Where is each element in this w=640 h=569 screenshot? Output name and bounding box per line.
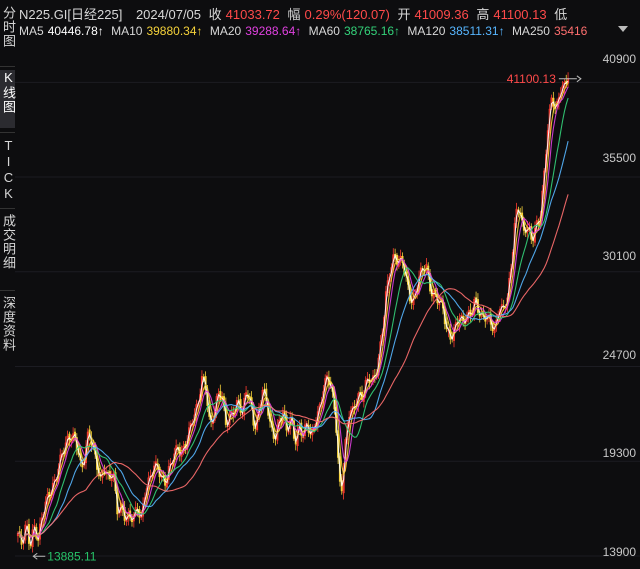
ma10-value: 39880.34↑ — [146, 24, 203, 38]
tab-intraday[interactable]: 分时图 — [0, 6, 16, 62]
y-tick-label: 24700 — [602, 348, 636, 362]
ma20-value: 39288.64↑ — [245, 24, 302, 38]
moving-average-row: MA5 40446.78↑ MA10 39880.34↑ MA20 39288.64↑… — [19, 24, 591, 38]
tab-kline[interactable]: K线图 — [0, 70, 16, 128]
quote-summary-row: N225.GI[日经225] 2024/07/05 收 41033.72 幅 0.2… — [19, 4, 571, 23]
max-value-label: 41100.13 — [507, 72, 556, 86]
low-label: 低 — [554, 7, 568, 22]
y-tick-label: 35500 — [602, 151, 636, 165]
ma120-label: MA120 — [407, 24, 446, 38]
ma60-label: MA60 — [308, 24, 340, 38]
symbol-name[interactable]: N225.GI[日经225] — [19, 7, 122, 22]
open-value: 41009.36 — [414, 7, 469, 22]
close-value: 41033.72 — [225, 7, 280, 22]
change-label: 幅 — [287, 7, 301, 22]
y-tick-label: 19300 — [602, 446, 636, 460]
tab-intraday-label: 分时图 — [1, 6, 16, 48]
tab-trade-detail-label: 成交明细 — [1, 214, 16, 270]
sidebar-divider — [0, 208, 15, 209]
min-value-label: 13885.11 — [47, 549, 96, 563]
ma10-label: MA10 — [111, 24, 143, 38]
y-tick-label: 30100 — [602, 249, 636, 263]
ma120-value: 38511.31↑ — [449, 24, 505, 38]
ma60-value: 38765.16↑ — [343, 24, 401, 38]
sidebar-divider — [0, 132, 15, 133]
open-label: 开 — [397, 7, 411, 22]
change-value: 0.29%(120.07) — [304, 7, 390, 22]
close-label: 收 — [208, 7, 222, 22]
sidebar-divider — [0, 66, 15, 67]
tab-tick[interactable]: TICK — [0, 138, 16, 204]
high-label: 高 — [476, 7, 490, 22]
ma250-label: MA250 — [511, 24, 550, 38]
indicator-dropdown-icon[interactable] — [618, 26, 628, 32]
max-marker-arrow — [576, 75, 582, 83]
ma20-label: MA20 — [209, 24, 242, 38]
kline-chart[interactable]: 41100.13 13885.11 — [15, 48, 640, 564]
tab-kline-label: K线图 — [1, 70, 16, 114]
kline-chart-area[interactable]: 41100.13 13885.11 40900 35500 30100 24700… — [15, 48, 640, 564]
high-value: 41100.13 — [493, 7, 547, 22]
tab-depth[interactable]: 深度资料 — [0, 296, 16, 368]
tab-tick-label: TICK — [1, 138, 16, 202]
ma250-value: 35416 — [553, 24, 588, 38]
view-sidebar: 分时图 K线图 TICK 成交明细 深度资料 — [0, 0, 16, 564]
ma-line-ma10 — [17, 82, 569, 539]
date-label: 2024/07/05 — [135, 7, 202, 22]
tab-depth-label: 深度资料 — [1, 296, 16, 352]
ma5-label: MA5 — [19, 24, 44, 38]
tab-trade-detail[interactable]: 成交明细 — [0, 214, 16, 286]
y-tick-label: 40900 — [602, 52, 636, 66]
ma5-value: 40446.78↑ — [47, 24, 104, 38]
quote-header: N225.GI[日经225] 2024/07/05 收 41033.72 幅 0.2… — [0, 0, 640, 46]
y-tick-label: 13900 — [602, 545, 636, 559]
sidebar-divider — [0, 290, 15, 291]
